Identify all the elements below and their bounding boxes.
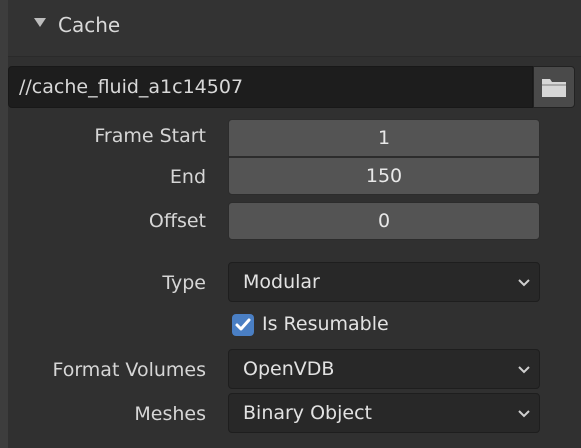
format-volumes-dropdown[interactable]: OpenVDB bbox=[228, 349, 540, 389]
meshes-dropdown-value: Binary Object bbox=[243, 402, 372, 424]
format-volumes-dropdown-value: OpenVDB bbox=[243, 358, 335, 380]
cache-panel-header[interactable]: Cache bbox=[8, 0, 581, 57]
format-volumes-label: Format Volumes bbox=[52, 359, 206, 381]
checkmark-icon bbox=[235, 318, 251, 331]
frame-offset-label: Offset bbox=[148, 210, 206, 232]
folder-icon bbox=[542, 79, 566, 97]
meshes-dropdown[interactable]: Binary Object bbox=[228, 393, 540, 433]
type-label: Type bbox=[162, 272, 206, 294]
is-resumable-checkbox[interactable] bbox=[232, 314, 254, 336]
cache-path-row: //cache_fluid_a1c14507 bbox=[8, 66, 575, 108]
browse-folder-button[interactable] bbox=[533, 66, 575, 108]
chevron-down-icon bbox=[518, 279, 530, 287]
type-dropdown-value: Modular bbox=[243, 271, 320, 293]
frame-end-label: End bbox=[169, 166, 206, 188]
panel-title: Cache bbox=[58, 13, 121, 37]
chevron-down-icon bbox=[518, 366, 530, 374]
type-dropdown[interactable]: Modular bbox=[228, 262, 540, 302]
triangle-down-icon[interactable] bbox=[34, 18, 46, 27]
frame-end-field[interactable]: 150 bbox=[228, 157, 540, 195]
frame-start-field[interactable]: 1 bbox=[228, 119, 540, 157]
frame-start-label: Frame Start bbox=[94, 125, 206, 147]
chevron-down-icon bbox=[518, 410, 530, 418]
cache-directory-value: //cache_fluid_a1c14507 bbox=[19, 76, 244, 98]
is-resumable-label[interactable]: Is Resumable bbox=[262, 313, 389, 335]
cache-directory-field[interactable]: //cache_fluid_a1c14507 bbox=[8, 66, 533, 108]
meshes-label: Meshes bbox=[134, 403, 206, 425]
frame-offset-field[interactable]: 0 bbox=[228, 202, 540, 240]
